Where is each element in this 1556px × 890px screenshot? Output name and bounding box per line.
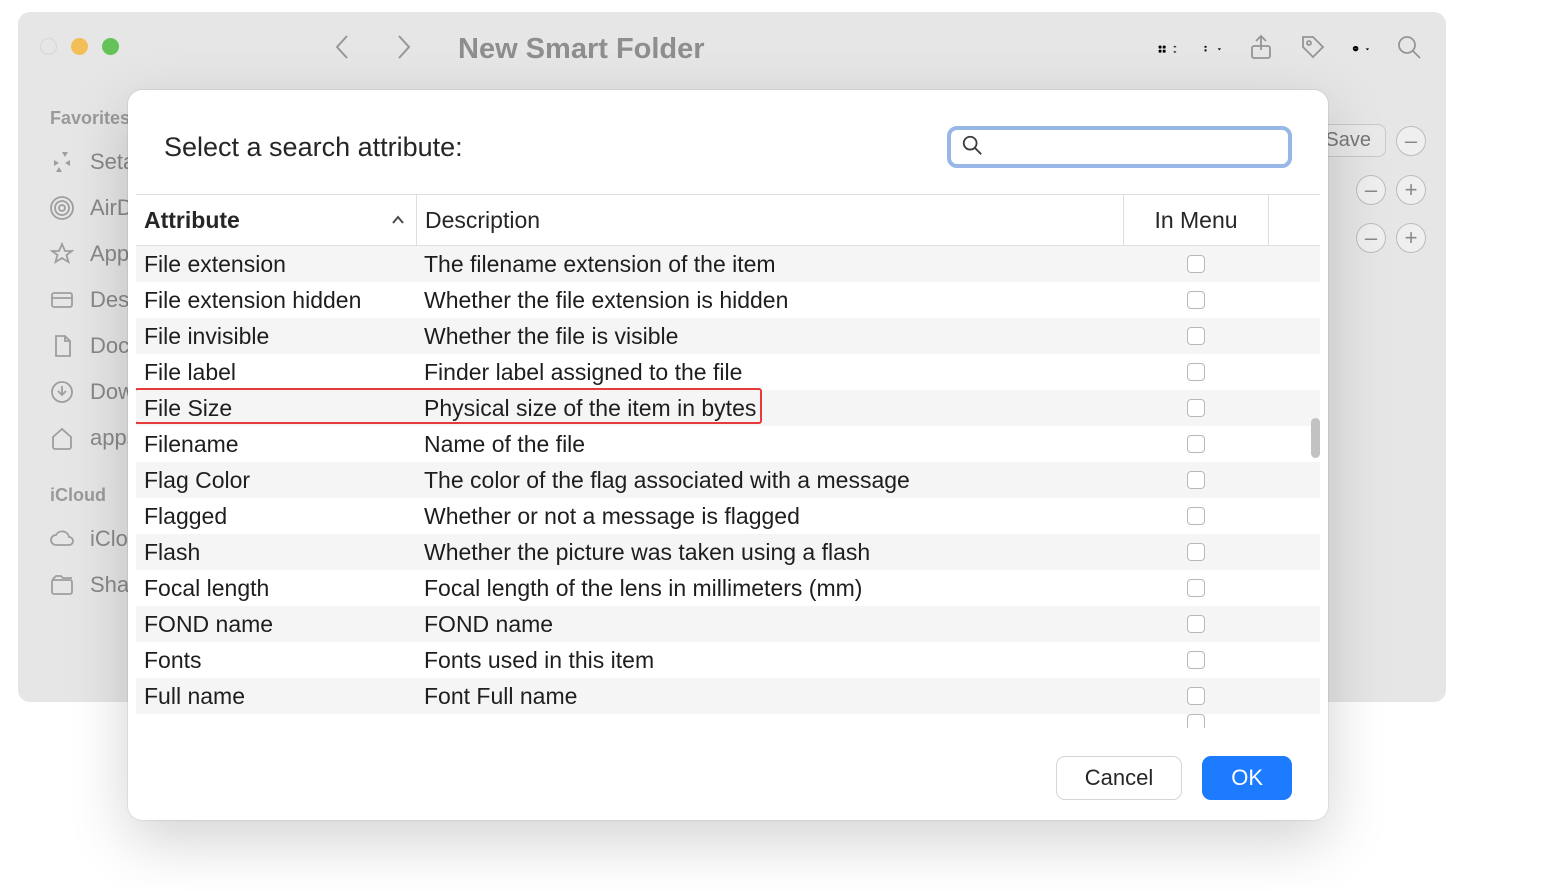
dialog-title: Select a search attribute: (164, 132, 463, 163)
column-header-label: In Menu (1154, 207, 1237, 234)
table-row[interactable]: FOND nameFOND name (136, 606, 1320, 642)
add-criterion-button[interactable]: + (1396, 223, 1426, 253)
table-row[interactable]: Full nameFont Full name (136, 678, 1320, 714)
cancel-button[interactable]: Cancel (1056, 756, 1182, 800)
cell-description: Physical size of the item in bytes (416, 395, 1123, 422)
in-menu-checkbox[interactable] (1187, 327, 1205, 345)
window-title: New Smart Folder (458, 33, 705, 66)
cell-description: Name of the file (416, 431, 1123, 458)
column-header-attribute[interactable]: Attribute (136, 207, 416, 234)
cell-description: Whether the picture was taken using a fl… (416, 539, 1123, 566)
in-menu-checkbox[interactable] (1187, 471, 1205, 489)
in-menu-checkbox[interactable] (1187, 363, 1205, 381)
in-menu-checkbox[interactable] (1187, 714, 1205, 728)
search-icon (961, 134, 983, 161)
search-input[interactable] (989, 136, 1278, 159)
column-header-description[interactable]: Description (416, 195, 1123, 245)
in-menu-checkbox[interactable] (1187, 615, 1205, 633)
table-row[interactable]: FontsFonts used in this item (136, 642, 1320, 678)
attribute-picker-dialog: Select a search attribute: Attribute Des… (128, 90, 1328, 820)
cell-description: The color of the flag associated with a … (416, 467, 1123, 494)
cell-attribute: Full name (136, 683, 416, 710)
tags-icon[interactable] (1300, 34, 1326, 65)
table-row[interactable]: Flag ColorThe color of the flag associat… (136, 462, 1320, 498)
more-icon[interactable] (1352, 45, 1370, 52)
in-menu-checkbox[interactable] (1187, 255, 1205, 273)
in-menu-checkbox[interactable] (1187, 579, 1205, 597)
cell-description: Whether the file extension is hidden (416, 287, 1123, 314)
in-menu-checkbox[interactable] (1187, 291, 1205, 309)
cell-attribute: Flash (136, 539, 416, 566)
ok-button[interactable]: OK (1202, 756, 1292, 800)
table-row[interactable]: File SizePhysical size of the item in by… (136, 390, 1320, 426)
table-row[interactable]: Focal lengthFocal length of the lens in … (136, 570, 1320, 606)
view-icon-group[interactable] (1158, 44, 1178, 55)
cell-attribute: File Size (136, 395, 416, 422)
in-menu-checkbox[interactable] (1187, 507, 1205, 525)
cell-attribute: Flagged (136, 503, 416, 530)
add-criterion-button[interactable]: + (1396, 175, 1426, 205)
table-row[interactable]: File invisibleWhether the file is visibl… (136, 318, 1320, 354)
column-header-label: Description (425, 207, 540, 234)
sort-ascending-icon (390, 207, 406, 234)
cell-attribute: File label (136, 359, 416, 386)
table-row[interactable]: FilenameName of the file (136, 426, 1320, 462)
attribute-table: File extensionThe filename extension of … (136, 246, 1320, 732)
table-row[interactable]: File extension hiddenWhether the file ex… (136, 282, 1320, 318)
table-row[interactable]: FlaggedWhether or not a message is flagg… (136, 498, 1320, 534)
cell-description: Font Full name (416, 683, 1123, 710)
in-menu-checkbox[interactable] (1187, 651, 1205, 669)
cell-description: The filename extension of the item (416, 251, 1123, 278)
scrollbar-thumb[interactable] (1311, 418, 1320, 458)
table-row[interactable] (136, 714, 1320, 728)
in-menu-checkbox[interactable] (1187, 399, 1205, 417)
forward-icon[interactable] (393, 32, 413, 67)
cell-attribute: FOND name (136, 611, 416, 638)
cell-attribute: Fonts (136, 647, 416, 674)
cell-attribute: Focal length (136, 575, 416, 602)
toolbar: New Smart Folder (18, 12, 1446, 86)
cell-description: Whether the file is visible (416, 323, 1123, 350)
in-menu-checkbox[interactable] (1187, 435, 1205, 453)
cell-attribute: Flag Color (136, 467, 416, 494)
column-header-in-menu[interactable]: In Menu (1123, 195, 1268, 245)
remove-criterion-button[interactable]: – (1356, 175, 1386, 205)
column-header-label: Attribute (144, 207, 240, 234)
cell-attribute: File extension hidden (136, 287, 416, 314)
table-row[interactable]: File extensionThe filename extension of … (136, 246, 1320, 282)
group-icon[interactable] (1204, 45, 1222, 52)
cell-attribute: File invisible (136, 323, 416, 350)
cell-description: Fonts used in this item (416, 647, 1123, 674)
cell-description: Focal length of the lens in millimeters … (416, 575, 1123, 602)
table-row[interactable]: File labelFinder label assigned to the f… (136, 354, 1320, 390)
cell-description: Whether or not a message is flagged (416, 503, 1123, 530)
table-row[interactable]: FlashWhether the picture was taken using… (136, 534, 1320, 570)
cell-attribute: Filename (136, 431, 416, 458)
in-menu-checkbox[interactable] (1187, 543, 1205, 561)
cell-attribute: File extension (136, 251, 416, 278)
search-field[interactable] (947, 126, 1292, 168)
search-icon[interactable] (1396, 34, 1422, 65)
cell-description: Finder label assigned to the file (416, 359, 1123, 386)
remove-criterion-button[interactable]: – (1396, 126, 1426, 156)
table-header: Attribute Description In Menu (136, 194, 1320, 246)
share-icon[interactable] (1248, 34, 1274, 65)
remove-criterion-button[interactable]: – (1356, 223, 1386, 253)
cell-description: FOND name (416, 611, 1123, 638)
in-menu-checkbox[interactable] (1187, 687, 1205, 705)
back-icon[interactable] (333, 32, 353, 67)
